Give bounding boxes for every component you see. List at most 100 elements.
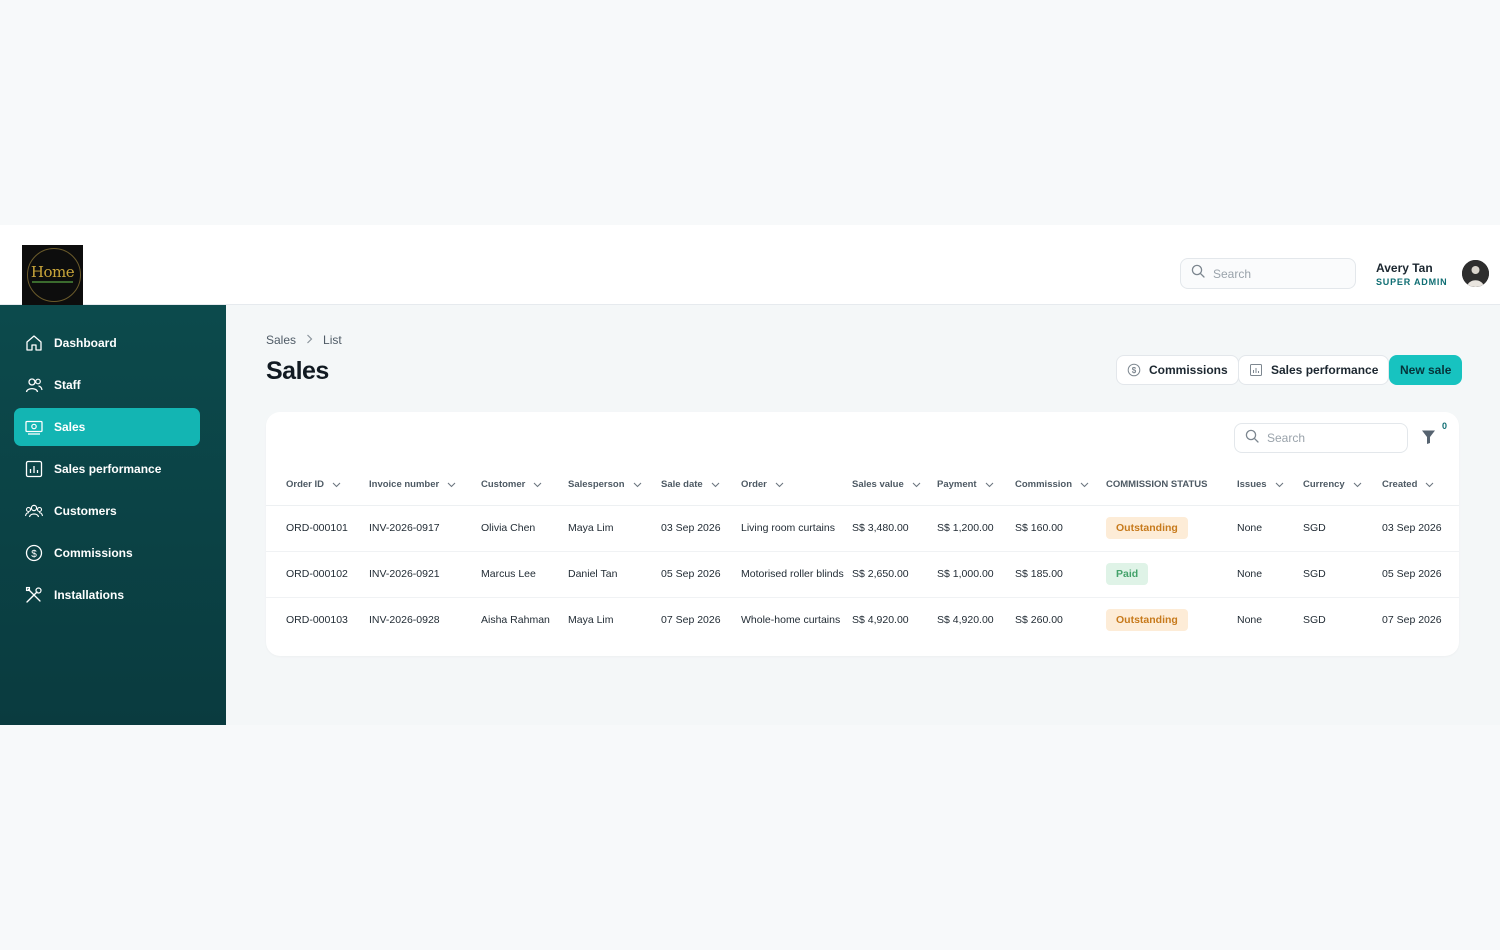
- status-badge: Outstanding: [1106, 609, 1188, 632]
- chevron-down-icon[interactable]: [332, 482, 341, 488]
- table-cell: 07 Sep 2026: [661, 597, 741, 643]
- cell-value: INV-2026-0917: [369, 522, 440, 534]
- chevron-down-icon[interactable]: [1353, 482, 1362, 488]
- column-header[interactable]: Issues: [1237, 465, 1303, 506]
- cell-value: S$ 260.00: [1015, 614, 1063, 627]
- sidebar-item-installations[interactable]: Installations: [14, 576, 200, 614]
- table-cell: SGD: [1303, 551, 1382, 598]
- new-sale-button[interactable]: New sale: [1389, 355, 1463, 385]
- status-badge: Paid: [1106, 563, 1149, 585]
- breadcrumb-sales[interactable]: Sales: [266, 333, 296, 347]
- sidebar-item-customers[interactable]: Customers: [14, 492, 200, 530]
- table-cell: Daniel Tan: [568, 551, 661, 598]
- sidebar-item-label: Sales: [54, 420, 86, 434]
- column-header[interactable]: Payment: [937, 465, 1015, 506]
- table-cell: SGD: [1303, 597, 1382, 643]
- table-cell: 05 Sep 2026: [661, 551, 741, 598]
- user-avatar[interactable]: [1462, 260, 1489, 287]
- filter-count-badge: 0: [1442, 421, 1448, 431]
- table-cell: 03 Sep 2026: [1382, 505, 1459, 552]
- sales-performance-button[interactable]: Sales performance: [1238, 355, 1390, 385]
- cell-value: None: [1237, 568, 1263, 580]
- table-row[interactable]: ORD-000101 INV-2026-0917 Olivia Chen Maya L…: [266, 505, 1459, 552]
- cell-value: Living room curtains: [741, 522, 835, 534]
- column-header[interactable]: Order: [741, 465, 852, 506]
- cell-value: Maya Lim: [568, 522, 614, 534]
- bar-chart-icon: [1249, 363, 1263, 377]
- column-header-content: Issues: [1237, 479, 1284, 490]
- column-header-content: Created: [1382, 479, 1434, 490]
- chevron-down-icon[interactable]: [711, 482, 720, 488]
- table-cell: Outstanding: [1106, 597, 1237, 643]
- sidebar-item-staff[interactable]: Staff: [14, 366, 200, 404]
- cell-value: 07 Sep 2026: [661, 614, 721, 627]
- cell-value: SGD: [1303, 614, 1326, 627]
- column-header[interactable]: Invoice number: [369, 465, 481, 506]
- column-header[interactable]: Currency: [1303, 465, 1382, 506]
- company-logo[interactable]: Home: [22, 245, 83, 305]
- column-header-label: Customer: [481, 479, 526, 491]
- table-cell: S$ 3,480.00: [852, 505, 937, 552]
- table-cell: Paid: [1106, 551, 1237, 598]
- column-header[interactable]: Commission: [1015, 465, 1106, 506]
- bar-chart-icon: [24, 459, 44, 479]
- column-header: COMMISSION STATUS: [1106, 465, 1237, 506]
- chevron-down-icon[interactable]: [447, 482, 456, 488]
- chevron-down-icon[interactable]: [1080, 482, 1089, 488]
- global-search[interactable]: [1180, 258, 1356, 289]
- column-header-label: Payment: [937, 479, 977, 491]
- column-header[interactable]: Sales value: [852, 465, 937, 506]
- cell-value: ORD-000102: [286, 568, 348, 580]
- cell-value: Aisha Rahman: [481, 614, 550, 627]
- column-header-content: Sale date: [661, 479, 720, 490]
- column-header[interactable]: Salesperson: [568, 465, 661, 506]
- users-icon: [24, 375, 44, 395]
- cell-value: Motorised roller blinds: [741, 568, 844, 580]
- sidebar-item-label: Commissions: [54, 546, 133, 560]
- column-header-label: Currency: [1303, 479, 1345, 491]
- cell-value: Maya Lim: [568, 614, 614, 627]
- column-header[interactable]: Created: [1382, 465, 1459, 506]
- table-cell: S$ 4,920.00: [852, 597, 937, 643]
- table-cell: Olivia Chen: [481, 505, 568, 552]
- table-row[interactable]: ORD-000102 INV-2026-0921 Marcus Lee Daniel …: [266, 551, 1459, 598]
- chevron-down-icon[interactable]: [985, 482, 994, 488]
- column-header-label: Salesperson: [568, 479, 625, 491]
- table-cell: ORD-000102: [266, 551, 369, 598]
- table-row[interactable]: ORD-000103 INV-2026-0928 Aisha Rahman Maya …: [266, 597, 1459, 643]
- cell-value: 03 Sep 2026: [661, 522, 721, 534]
- cell-value: None: [1237, 522, 1263, 534]
- chevron-down-icon[interactable]: [912, 482, 921, 488]
- sidebar-item-sales-performance[interactable]: Sales performance: [14, 450, 200, 488]
- column-header-label: Issues: [1237, 479, 1267, 491]
- column-header[interactable]: Sale date: [661, 465, 741, 506]
- column-header-content: Payment: [937, 479, 994, 490]
- table-cell: SGD: [1303, 505, 1382, 552]
- chevron-down-icon[interactable]: [533, 482, 542, 488]
- cell-value: Olivia Chen: [481, 522, 536, 534]
- sidebar-item-commissions[interactable]: $ Commissions: [14, 534, 200, 572]
- commissions-button[interactable]: $ Commissions: [1116, 355, 1239, 385]
- filter-icon[interactable]: [1421, 429, 1436, 450]
- table-cell: S$ 185.00: [1015, 551, 1106, 598]
- table-search[interactable]: [1234, 423, 1408, 453]
- cell-value: ORD-000103: [286, 614, 348, 627]
- tools-icon: [24, 585, 44, 605]
- chevron-down-icon[interactable]: [1275, 482, 1284, 488]
- table-cell: S$ 4,920.00: [937, 597, 1015, 643]
- sidebar-item-dashboard[interactable]: Dashboard: [14, 324, 200, 362]
- search-icon: [1245, 429, 1259, 448]
- sidebar-item-sales[interactable]: Sales: [14, 408, 200, 446]
- chevron-down-icon[interactable]: [1425, 482, 1434, 488]
- svg-text:$: $: [31, 549, 37, 560]
- chevron-down-icon[interactable]: [633, 482, 642, 488]
- global-search-input[interactable]: [1213, 266, 1333, 281]
- cell-value: S$ 3,480.00: [852, 522, 909, 534]
- column-header[interactable]: Customer: [481, 465, 568, 506]
- column-header-label: Commission: [1015, 479, 1073, 491]
- table-search-input[interactable]: [1267, 431, 1387, 445]
- cell-value: S$ 2,650.00: [852, 568, 909, 580]
- breadcrumb: Sales List: [266, 333, 342, 347]
- column-header[interactable]: Order ID: [266, 465, 369, 506]
- chevron-down-icon[interactable]: [775, 482, 784, 488]
